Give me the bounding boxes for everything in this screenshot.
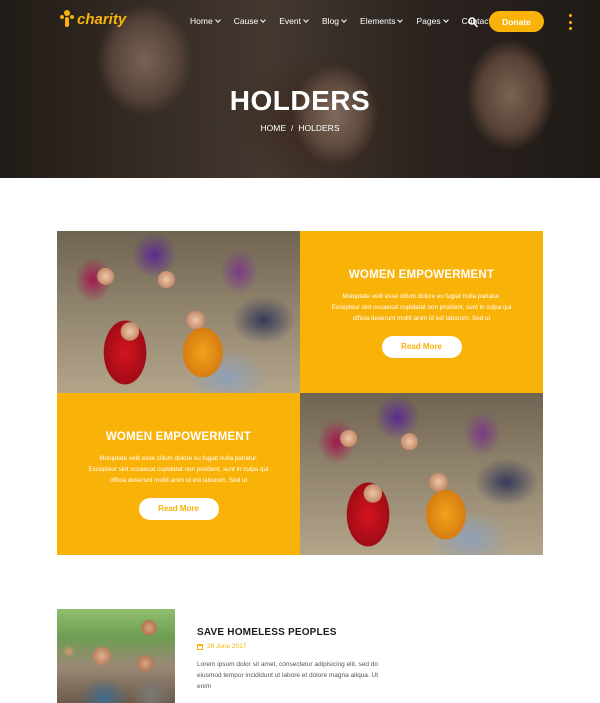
blog-thumbnail[interactable] <box>57 609 175 703</box>
feature-card: WOMEN EMPOWERMENT Moluptate velit esse c… <box>300 231 543 393</box>
blog-excerpt: Lorem ipsum dolor sit amet, consectetur … <box>197 661 379 690</box>
blog-date-text: 26 June 2017 <box>207 643 247 650</box>
breadcrumb-current: HOLDERS <box>298 123 340 133</box>
chevron-down-icon <box>442 16 449 23</box>
feature-image <box>57 231 300 393</box>
feature-card: WOMEN EMPOWERMENT Moluptate velit esse c… <box>57 393 300 555</box>
page-title: HOLDERS <box>229 85 371 116</box>
read-more-button[interactable]: Read More <box>138 498 219 520</box>
feature-grid: WOMEN EMPOWERMENT Moluptate velit esse c… <box>57 231 544 555</box>
nav-item-pages[interactable]: Pages <box>416 16 449 26</box>
navbar: charity Home Cause Event Blog Elements P… <box>0 0 600 44</box>
chevron-down-icon <box>303 16 309 23</box>
nav-label: Cause <box>233 16 259 26</box>
donate-button[interactable]: Donate <box>489 11 544 32</box>
logo-icon <box>60 10 76 28</box>
chevron-down-icon <box>260 16 267 23</box>
nav-label: Blog <box>322 16 340 26</box>
feature-text: Moluptate velit esse cillum dolore eu fu… <box>88 455 269 484</box>
search-icon[interactable] <box>468 15 478 28</box>
feature-title: WOMEN EMPOWERMENT <box>348 269 495 281</box>
chevron-down-icon <box>397 16 404 23</box>
main-nav: Home Cause Event Blog Elements Pages Con… <box>190 16 505 26</box>
nav-label: Elements <box>360 16 396 26</box>
feature-text: Moluptate velit esse cillum dolore eu fu… <box>331 293 512 322</box>
nav-item-blog[interactable]: Blog <box>322 16 347 26</box>
site-logo[interactable]: charity <box>60 10 126 28</box>
nav-item-home[interactable]: Home <box>190 16 221 26</box>
nav-item-elements[interactable]: Elements <box>360 16 404 26</box>
nav-label: Pages <box>416 16 441 26</box>
feature-image <box>300 393 543 555</box>
blog-date: 26 June 2017 <box>197 643 246 650</box>
read-more-button[interactable]: Read More <box>381 336 462 358</box>
calendar-icon <box>197 643 203 650</box>
breadcrumb-separator: / <box>291 123 294 133</box>
blog-title[interactable]: SAVE HOMELESS PEOPLES <box>197 627 337 638</box>
feature-title: WOMEN EMPOWERMENT <box>105 431 252 443</box>
nav-item-event[interactable]: Event <box>279 16 309 26</box>
breadcrumb: HOME / HOLDERS <box>0 123 600 133</box>
logo-text: charity <box>77 10 127 28</box>
kebab-menu-icon[interactable] <box>569 14 573 30</box>
breadcrumb-home-link[interactable]: HOME <box>261 123 287 133</box>
page-hero: charity Home Cause Event Blog Elements P… <box>0 0 600 178</box>
nav-item-cause[interactable]: Cause <box>233 16 267 26</box>
nav-label: Home <box>190 16 213 26</box>
nav-label: Event <box>279 16 302 26</box>
chevron-down-icon <box>214 16 221 23</box>
chevron-down-icon <box>341 16 347 23</box>
